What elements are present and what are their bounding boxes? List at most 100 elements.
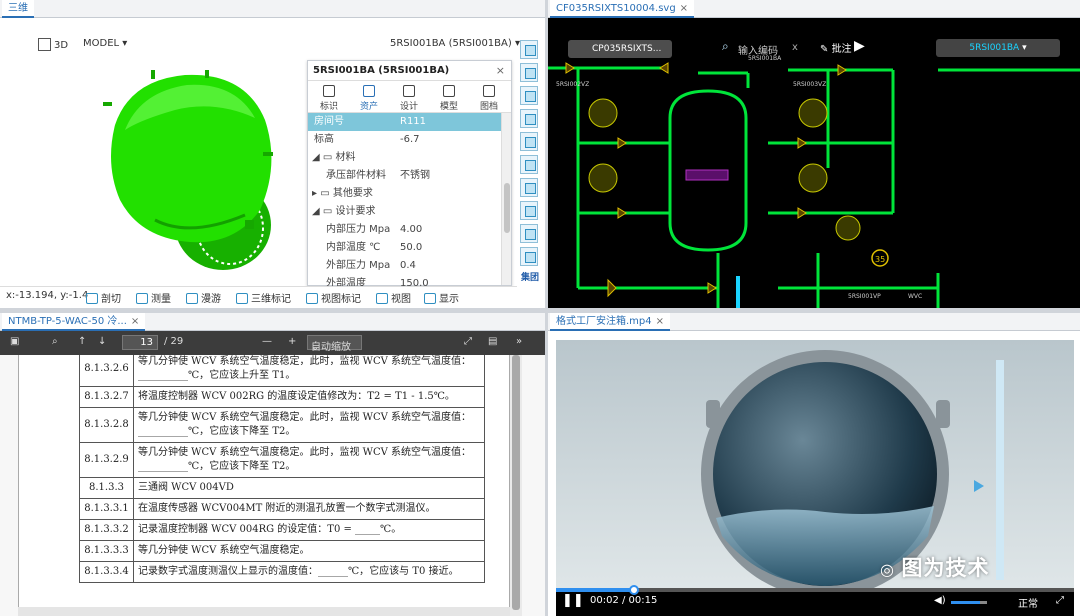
prop-group-other[interactable]: ▸ ▭ 其他要求 <box>308 185 511 203</box>
properties-scrollbar[interactable] <box>501 113 511 285</box>
section-button[interactable]: 剖切 <box>86 290 121 305</box>
prop-row[interactable]: 承压部件材料 不锈钢 <box>308 167 511 185</box>
zoom-select[interactable]: 自动缩放 ⌄ <box>307 335 362 353</box>
fullscreen-icon[interactable]: ⤢ <box>464 336 472 347</box>
scroll-thumb[interactable] <box>512 355 520 610</box>
volume-slider[interactable] <box>951 601 987 604</box>
marker-icon <box>236 293 248 304</box>
properties-tabs: 标识 资产 设计 模型 图档 <box>308 81 511 113</box>
back-view-icon[interactable] <box>520 132 538 151</box>
seek-handle[interactable] <box>628 585 639 595</box>
layers-icon[interactable] <box>520 247 538 266</box>
pid-label: WVC <box>908 293 922 300</box>
table-row: 8.1.3.2.6 等几分钟使 WCV 系统空气温度稳定，此时，监视 WCV 系统… <box>79 355 485 387</box>
annotate-button[interactable]: ✎ 批注 <box>820 40 852 55</box>
front-view-icon[interactable] <box>520 63 538 82</box>
cube-icon <box>443 85 455 97</box>
more-tools-icon[interactable]: » <box>516 336 522 347</box>
tab-design[interactable]: 设计 <box>390 83 428 112</box>
chevron-down-icon: ▾ <box>1022 43 1027 53</box>
view-button[interactable]: 视图 <box>376 290 411 305</box>
close-icon[interactable]: × <box>656 316 664 327</box>
object-select[interactable]: 5RSI001BA ▾ <box>936 39 1060 57</box>
side-view-icon[interactable] <box>520 86 538 105</box>
close-icon[interactable]: × <box>680 3 688 14</box>
object-select[interactable]: 5RSI001BA (5RSI001BA) ▾ <box>390 38 520 49</box>
search-icon[interactable]: ⌕ <box>722 39 729 54</box>
prop-row[interactable]: 内部温度 ℃ 50.0 <box>308 239 511 257</box>
fit-icon[interactable] <box>520 224 538 243</box>
walkthrough-button[interactable]: 漫游 <box>186 290 221 305</box>
tab-identity[interactable]: 标识 <box>310 83 348 112</box>
tab-model[interactable]: 模型 <box>430 83 468 112</box>
next-page-icon[interactable]: ↓ <box>98 336 106 347</box>
model-3d-tabbar: 三维 <box>0 0 545 18</box>
video-player[interactable]: ❚❚ 00:02 / 00:15 ◀) 正常 ⤢ <box>556 340 1074 616</box>
close-icon[interactable]: × <box>131 316 139 327</box>
vessel-3d-model[interactable] <box>95 70 290 275</box>
tab-svg-file[interactable]: CF035RSIXTS10004.svg × <box>550 0 695 18</box>
prop-row[interactable]: 内部压力 Mpa 4.00 <box>308 221 511 239</box>
close-icon[interactable]: × <box>496 64 505 77</box>
prop-group-design[interactable]: ◢ ▭ 设计要求 <box>308 203 511 221</box>
prop-row[interactable]: 标高 -6.7 <box>308 131 511 149</box>
scroll-thumb[interactable] <box>504 183 510 233</box>
lightbulb-icon[interactable] <box>520 178 538 197</box>
watermark: ◎ 图为技术 <box>880 556 990 580</box>
seek-bar[interactable] <box>556 585 1074 595</box>
search-icon[interactable]: ⌕ <box>52 336 58 347</box>
open-file-icon[interactable]: ▤ <box>488 336 497 347</box>
display-button[interactable]: 显示 <box>424 290 459 305</box>
measure-button[interactable]: 测量 <box>136 290 171 305</box>
coords-readout: x:-13.194, y:-1.4 <box>6 290 89 301</box>
home-view-icon[interactable] <box>520 40 538 59</box>
folder-icon: ◢ ▭ <box>312 152 336 163</box>
sidebar-toggle-icon[interactable]: ▣ <box>10 336 19 347</box>
svg-tabbar: CF035RSIXTS10004.svg × <box>548 0 1080 18</box>
zoom-in-icon[interactable]: + <box>288 336 296 347</box>
ruler-icon <box>136 293 148 304</box>
pdf-horizontal-scrollbar[interactable] <box>18 607 510 616</box>
cube-icon <box>38 38 51 51</box>
view-mode-toggle[interactable]: 3D <box>38 38 68 51</box>
3d-markup-button[interactable]: 三维标记 <box>236 290 291 305</box>
view-icon <box>376 293 388 304</box>
tab-video-file[interactable]: 格式工厂安注箱.mp4 × <box>550 313 671 331</box>
tab-pdf-file[interactable]: NTMB-TP-5-WAC-50 冷... × <box>2 313 146 331</box>
search-clear[interactable]: x <box>792 42 798 53</box>
chevron-down-icon: ⌄ <box>311 342 320 353</box>
view-markup-button[interactable]: 视图标记 <box>306 290 361 305</box>
video-frame <box>556 340 1074 588</box>
tab-drawings[interactable]: 图档 <box>470 83 508 112</box>
volume-level <box>951 601 980 604</box>
search-input[interactable]: 输入编码 <box>738 42 778 57</box>
prop-row[interactable]: 房间号 R111 <box>308 113 511 131</box>
tab-asset[interactable]: 资产 <box>350 83 388 112</box>
pause-icon[interactable]: ❚❚ <box>562 593 584 608</box>
fullscreen-icon[interactable]: ⤢ <box>1056 595 1064 606</box>
play-icon[interactable]: ▶ <box>854 38 865 54</box>
zoom-out-icon[interactable]: — <box>262 336 272 347</box>
previous-page-icon[interactable]: ↑ <box>78 336 86 347</box>
pdf-pane: NTMB-TP-5-WAC-50 冷... × ▣ ⌕ ↑ ↓ 13 / 29 —… <box>0 313 545 616</box>
pdf-scrollbar[interactable] <box>510 355 522 616</box>
mode-dropdown[interactable]: MODEL ▾ <box>83 38 127 49</box>
video-controls: ❚❚ 00:02 / 00:15 ◀) 正常 ⤢ <box>556 585 1074 616</box>
prop-row[interactable]: 外部压力 Mpa 0.4 <box>308 257 511 275</box>
page-number-input[interactable]: 13 <box>122 335 158 350</box>
prop-group-materials[interactable]: ◢ ▭ 材料 <box>308 149 511 167</box>
top-view-icon[interactable] <box>520 109 538 128</box>
seek-progress <box>556 588 634 592</box>
files-icon <box>483 85 495 97</box>
speed-button[interactable]: 正常 <box>1018 595 1038 610</box>
volume-icon[interactable]: ◀) <box>934 595 946 606</box>
focus-icon[interactable] <box>520 201 538 220</box>
tag-icon <box>323 85 335 97</box>
page-total: / 29 <box>164 336 184 347</box>
wechat-icon: ◎ <box>880 560 902 579</box>
chevron-down-icon: ▾ <box>122 38 128 49</box>
doc-label[interactable]: CP035RSIXTS... <box>568 40 672 58</box>
iso-view-icon[interactable] <box>520 155 538 174</box>
tab-model-3d[interactable]: 三维 <box>2 0 34 18</box>
table-row: 8.1.3.2.8 等几分钟使 WCV 系统空气温度稳定。此时，监视 WCV 系统… <box>79 407 485 443</box>
